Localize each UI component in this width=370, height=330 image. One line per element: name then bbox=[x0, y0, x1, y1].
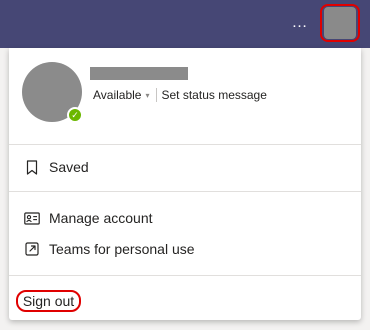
divider bbox=[9, 191, 361, 192]
chevron-down-icon: ▾ bbox=[145, 90, 150, 100]
menu-item-label: Teams for personal use bbox=[49, 241, 195, 257]
open-external-icon bbox=[24, 241, 40, 257]
top-bar: … bbox=[0, 0, 370, 48]
set-status-message-link[interactable]: Set status message bbox=[162, 88, 267, 102]
more-options-icon[interactable]: … bbox=[287, 12, 313, 34]
bookmark-icon bbox=[24, 159, 40, 175]
divider bbox=[9, 275, 361, 276]
redacted-user-name bbox=[90, 67, 188, 80]
profile-menu-panel: ✓ Available ▾ Set status message Saved M… bbox=[9, 48, 361, 320]
status-label: Available bbox=[93, 88, 142, 102]
avatar bbox=[324, 7, 356, 39]
status-dropdown[interactable]: Available ▾ bbox=[93, 88, 150, 102]
menu-item-manage-account[interactable]: Manage account bbox=[24, 207, 153, 229]
menu-item-teams-personal[interactable]: Teams for personal use bbox=[24, 238, 195, 260]
presence-available-icon: ✓ bbox=[67, 107, 83, 123]
profile-avatar-button[interactable] bbox=[320, 4, 360, 42]
sign-out-button[interactable]: Sign out bbox=[16, 290, 81, 312]
id-card-icon bbox=[24, 210, 40, 226]
menu-item-saved[interactable]: Saved bbox=[24, 156, 89, 178]
divider bbox=[9, 144, 361, 145]
status-row: Available ▾ Set status message bbox=[93, 87, 267, 103]
separator bbox=[155, 88, 157, 102]
menu-item-label: Saved bbox=[49, 159, 89, 175]
menu-item-label: Manage account bbox=[49, 210, 153, 226]
